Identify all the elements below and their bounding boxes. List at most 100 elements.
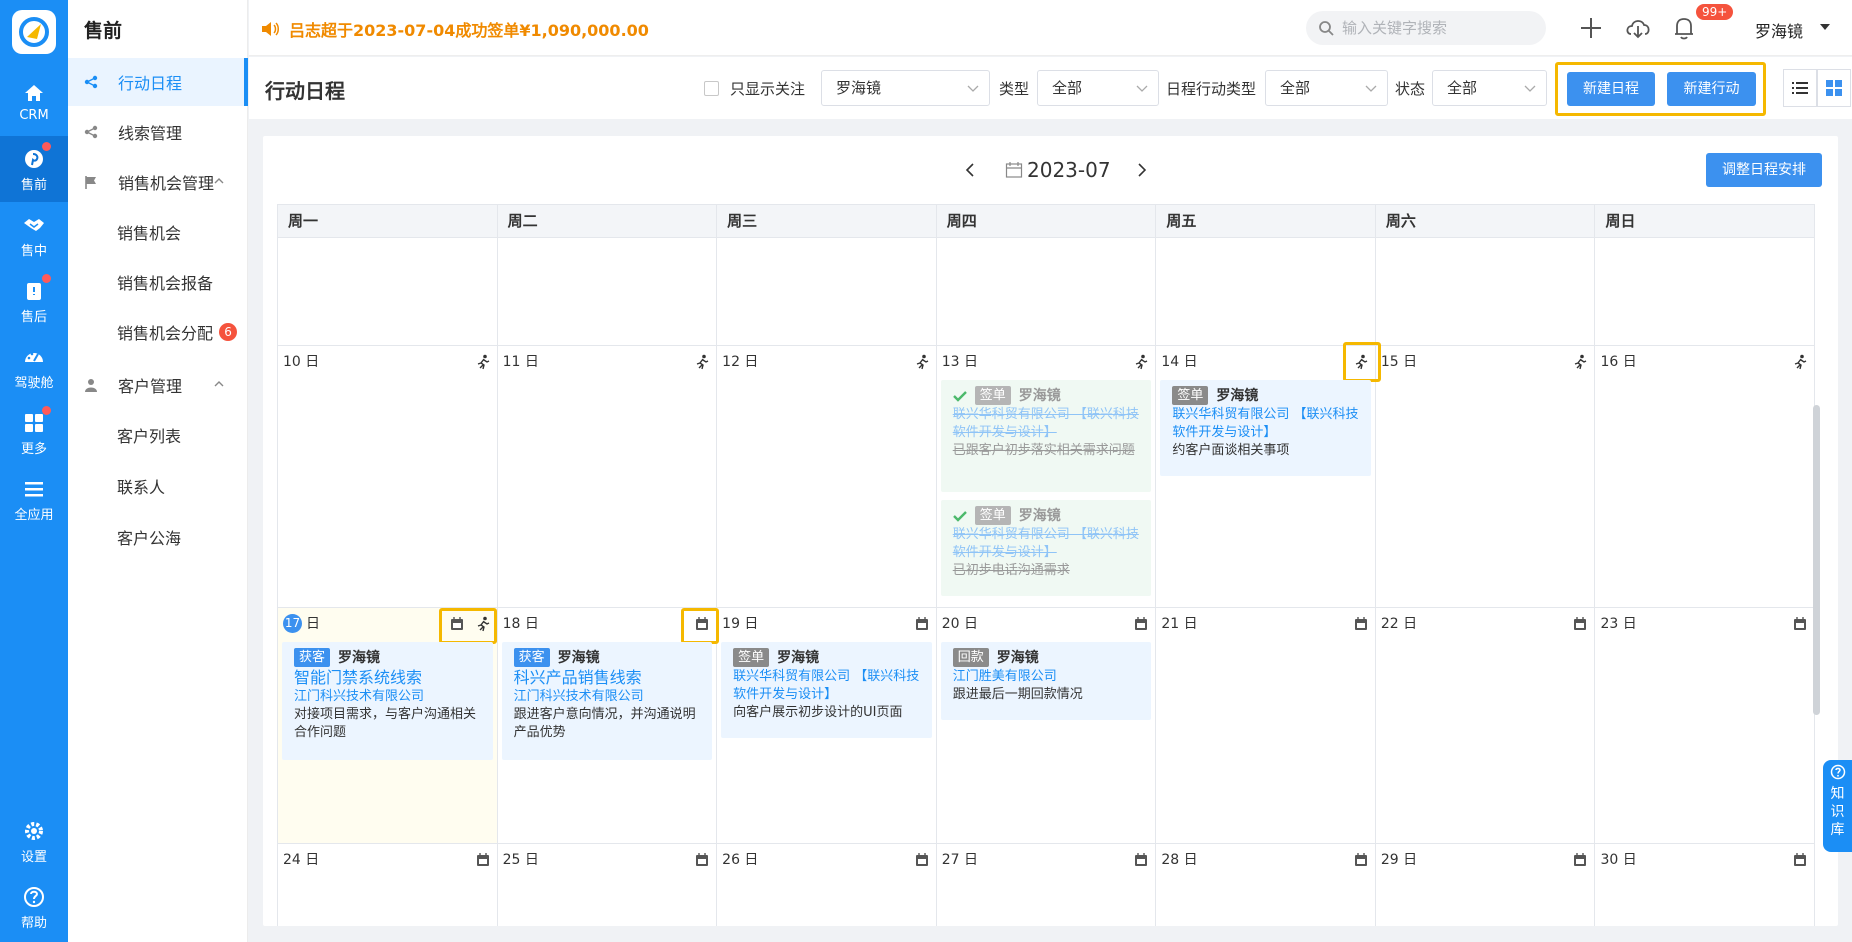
- event-link[interactable]: 联兴华科贸有限公司 【联兴科技软件开发与设计】: [953, 406, 1140, 442]
- nav-item-customer-pool[interactable]: 客户公海: [68, 513, 248, 561]
- nav-item-contacts[interactable]: 联系人: [68, 462, 248, 510]
- adjust-schedule-button[interactable]: 调整日程安排: [1706, 153, 1822, 187]
- day-cell[interactable]: [1376, 238, 1596, 345]
- running-icon[interactable]: [475, 616, 491, 632]
- chevron-left-icon[interactable]: [963, 162, 977, 178]
- owner-select[interactable]: 罗海镜: [821, 70, 990, 106]
- only-follow-checkbox[interactable]: [704, 81, 719, 96]
- day-cell[interactable]: 18 日 获客 罗海镜 科兴产品销售线索 江门科兴技术有限公司 跟进客户意向情况，…: [498, 608, 720, 843]
- rail-item-insale[interactable]: 售中: [0, 202, 68, 268]
- rail-item-aftersale[interactable]: 售后: [0, 268, 68, 334]
- calendar-add-icon[interactable]: [1792, 616, 1808, 632]
- day-cell[interactable]: [1156, 238, 1376, 345]
- calendar-add-icon[interactable]: [1572, 616, 1588, 632]
- action-type-select[interactable]: 全部: [1265, 70, 1388, 106]
- new-action-button[interactable]: 新建行动: [1667, 72, 1756, 106]
- calendar-add-icon[interactable]: [449, 616, 465, 632]
- nav-item-customer-list[interactable]: 客户列表: [68, 411, 248, 459]
- schedule-event[interactable]: 签单 罗海镜 联兴华科贸有限公司 【联兴科技软件开发与设计】 已跟客户初步落实相关…: [940, 380, 1152, 492]
- search-input[interactable]: [1342, 19, 1532, 37]
- new-schedule-button[interactable]: 新建日程: [1567, 72, 1655, 106]
- day-cell[interactable]: 16 日: [1595, 346, 1816, 607]
- nav-item-leads[interactable]: 线索管理: [68, 108, 248, 156]
- nav-item-opportunity-mgmt[interactable]: 销售机会管理: [68, 158, 248, 206]
- vertical-scrollbar[interactable]: [1813, 405, 1820, 715]
- calendar-add-icon[interactable]: [1353, 616, 1369, 632]
- plus-icon[interactable]: [1577, 14, 1605, 42]
- rail-item-presale[interactable]: 售前: [0, 136, 68, 202]
- nav-item-schedule[interactable]: 行动日程: [68, 58, 248, 106]
- nav-item-opportunity-assign[interactable]: 销售机会分配 6: [68, 308, 248, 356]
- app-logo[interactable]: [12, 10, 56, 54]
- calendar-add-icon[interactable]: [694, 852, 710, 868]
- only-follow-label[interactable]: 只显示关注: [730, 78, 805, 99]
- running-icon[interactable]: [475, 354, 491, 370]
- day-cell[interactable]: 11 日: [498, 346, 718, 607]
- calendar-add-icon[interactable]: [914, 852, 930, 868]
- day-cell[interactable]: 22 日: [1376, 608, 1596, 843]
- bell-icon[interactable]: [1670, 14, 1698, 42]
- day-cell[interactable]: 21 日: [1156, 608, 1376, 843]
- day-cell[interactable]: 26 日: [717, 844, 937, 926]
- day-cell[interactable]: [717, 238, 937, 345]
- day-cell[interactable]: 27 日: [937, 844, 1157, 926]
- current-month[interactable]: 2023-07: [1027, 158, 1111, 182]
- day-cell[interactable]: 28 日: [1156, 844, 1376, 926]
- calendar-add-icon[interactable]: [694, 616, 710, 632]
- type-select[interactable]: 全部: [1037, 70, 1159, 106]
- running-icon[interactable]: [694, 354, 710, 370]
- calendar-add-icon[interactable]: [475, 852, 491, 868]
- rail-item-help[interactable]: 帮助: [0, 874, 68, 940]
- calendar-view-toggle[interactable]: [1817, 69, 1851, 107]
- calendar-add-icon[interactable]: [1353, 852, 1369, 868]
- calendar-add-icon[interactable]: [914, 616, 930, 632]
- day-cell[interactable]: [1595, 238, 1816, 345]
- rail-item-all-apps[interactable]: 全应用: [0, 466, 68, 532]
- day-cell[interactable]: 29 日: [1376, 844, 1596, 926]
- announcement[interactable]: 吕志超于2023-07-04成功签单¥1,090,000.00: [261, 17, 649, 41]
- day-cell[interactable]: 20 日 回款 罗海镜 江门胜美有限公司 跟进最后一期回款情况: [937, 608, 1157, 843]
- calendar-add-icon[interactable]: [1792, 852, 1808, 868]
- calendar-add-icon[interactable]: [1133, 852, 1149, 868]
- day-cell[interactable]: 12 日: [717, 346, 937, 607]
- event-title[interactable]: 科兴产品销售线索: [514, 668, 701, 688]
- day-cell[interactable]: [498, 238, 718, 345]
- day-cell[interactable]: 13 日 签单 罗海镜 联兴华科贸有限公司 【联兴科技软件开发与设计】 已跟客户初…: [937, 346, 1157, 607]
- running-icon[interactable]: [1572, 354, 1588, 370]
- cloud-download-icon[interactable]: [1624, 14, 1652, 42]
- user-name[interactable]: 罗海镜: [1755, 18, 1803, 42]
- day-cell[interactable]: 15 日: [1376, 346, 1596, 607]
- running-icon[interactable]: [1792, 354, 1808, 370]
- event-link[interactable]: 江门科兴技术有限公司: [514, 688, 701, 706]
- event-link[interactable]: 联兴华科贸有限公司 【联兴科技软件开发与设计】: [733, 668, 920, 704]
- calendar-add-icon[interactable]: [1133, 616, 1149, 632]
- schedule-event[interactable]: 签单 罗海镜 联兴华科贸有限公司 【联兴科技软件开发与设计】 约客户面谈相关事项: [1160, 380, 1371, 476]
- event-title[interactable]: 智能门禁系统线索: [294, 668, 481, 688]
- knowledge-base-tab[interactable]: 知识库: [1823, 760, 1852, 852]
- day-cell-today[interactable]: 17 日 获客 罗海镜 智能门禁系统线索 江门科兴技术有限公司 对接项目需求，与客户…: [278, 608, 498, 843]
- running-icon[interactable]: [1133, 354, 1149, 370]
- running-icon[interactable]: [914, 354, 930, 370]
- schedule-event[interactable]: 签单 罗海镜 联兴华科贸有限公司 【联兴科技软件开发与设计】 向客户展示初步设计的…: [721, 642, 932, 738]
- day-cell[interactable]: 25 日: [498, 844, 718, 926]
- schedule-event[interactable]: 获客 罗海镜 科兴产品销售线索 江门科兴技术有限公司 跟进客户意向情况，并沟通说明…: [501, 642, 713, 760]
- rail-item-more[interactable]: 更多: [0, 400, 68, 466]
- schedule-event[interactable]: 回款 罗海镜 江门胜美有限公司 跟进最后一期回款情况: [940, 642, 1152, 720]
- day-cell[interactable]: [278, 238, 498, 345]
- calendar-add-icon[interactable]: [1572, 852, 1588, 868]
- nav-item-opportunity[interactable]: 销售机会: [68, 208, 248, 256]
- nav-item-customer-mgmt[interactable]: 客户管理: [68, 361, 248, 409]
- rail-item-crm[interactable]: CRM: [0, 70, 68, 136]
- day-cell[interactable]: 19 日 签单 罗海镜 联兴华科贸有限公司 【联兴科技软件开发与设计】 向客户展示…: [717, 608, 937, 843]
- event-link[interactable]: 联兴华科贸有限公司 【联兴科技软件开发与设计】: [1172, 406, 1359, 442]
- day-cell[interactable]: 14 日 签单 罗海镜 联兴华科贸有限公司 【联兴科技软件开发与设计】 约客户面谈…: [1156, 342, 1381, 607]
- status-select[interactable]: 全部: [1432, 70, 1547, 106]
- list-view-toggle[interactable]: [1783, 69, 1817, 107]
- schedule-event[interactable]: 签单 罗海镜 联兴华科贸有限公司 【联兴科技软件开发与设计】 已初步电话沟通需求: [940, 500, 1152, 596]
- day-cell[interactable]: 10 日: [278, 346, 498, 607]
- caret-down-icon[interactable]: [1819, 22, 1831, 32]
- event-link[interactable]: 联兴华科贸有限公司 【联兴科技软件开发与设计】: [953, 526, 1140, 562]
- rail-item-cockpit[interactable]: 驾驶舱: [0, 334, 68, 400]
- day-cell[interactable]: 23 日: [1595, 608, 1816, 843]
- day-cell[interactable]: [937, 238, 1157, 345]
